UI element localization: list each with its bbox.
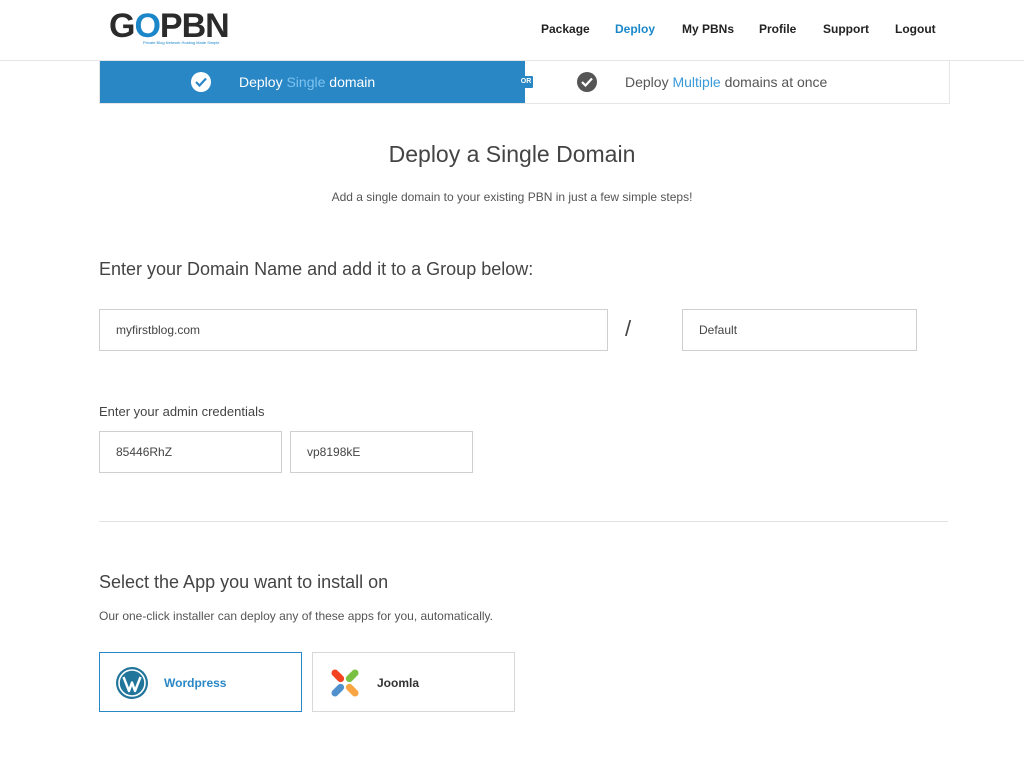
tab-deploy-single-label: Deploy Single domain <box>239 74 376 90</box>
domain-group-separator: / <box>625 316 632 341</box>
domain-name-input[interactable] <box>99 309 608 351</box>
deploy-mode-tabs: Deploy Single domain Deploy Multiple dom… <box>99 61 950 104</box>
check-circle-icon <box>191 72 211 92</box>
logo-tagline: Private Blog Network Hosting Made Simple <box>143 40 220 45</box>
logo-wordmark: GOPBN <box>109 7 230 45</box>
tab-deploy-multiple-label: Deploy Multiple domains at once <box>625 74 828 90</box>
nav-support[interactable]: Support <box>823 22 869 36</box>
page-subtitle: Add a single domain to your existing PBN… <box>331 190 693 204</box>
domain-section-title: Enter your Domain Name and add it to a G… <box>99 259 534 279</box>
nav-profile[interactable]: Profile <box>759 22 796 36</box>
app-option-label: Wordpress <box>164 676 227 690</box>
gopbn-logo[interactable]: GOPBN Private Blog Network Hosting Made … <box>109 7 230 49</box>
tab-deploy-multiple[interactable]: Deploy Multiple domains at once <box>525 61 949 103</box>
apps-description: Our one-click installer can deploy any o… <box>99 609 493 623</box>
app-option-wordpress[interactable]: Wordpress <box>99 652 302 712</box>
app-option-label: Joomla <box>377 676 420 690</box>
joomla-icon <box>328 666 362 700</box>
nav-package[interactable]: Package <box>541 22 590 36</box>
admin-username-input[interactable] <box>99 431 282 473</box>
section-divider <box>99 521 948 522</box>
group-input[interactable] <box>682 309 917 351</box>
nav-logout[interactable]: Logout <box>895 22 936 36</box>
credentials-label: Enter your admin credentials <box>99 404 265 419</box>
apps-section-title: Select the App you want to install on <box>99 572 389 592</box>
app-option-joomla[interactable]: Joomla <box>312 652 515 712</box>
nav-my-pbns[interactable]: My PBNs <box>682 22 734 36</box>
wordpress-icon <box>115 666 149 700</box>
admin-password-input[interactable] <box>290 431 473 473</box>
or-badge: OR <box>519 76 533 88</box>
page-title: Deploy a Single Domain <box>388 141 636 167</box>
site-header: GOPBN Private Blog Network Hosting Made … <box>0 0 1024 61</box>
tab-deploy-single[interactable]: Deploy Single domain <box>100 61 525 103</box>
check-circle-icon <box>577 72 597 92</box>
nav-deploy[interactable]: Deploy <box>615 22 655 36</box>
